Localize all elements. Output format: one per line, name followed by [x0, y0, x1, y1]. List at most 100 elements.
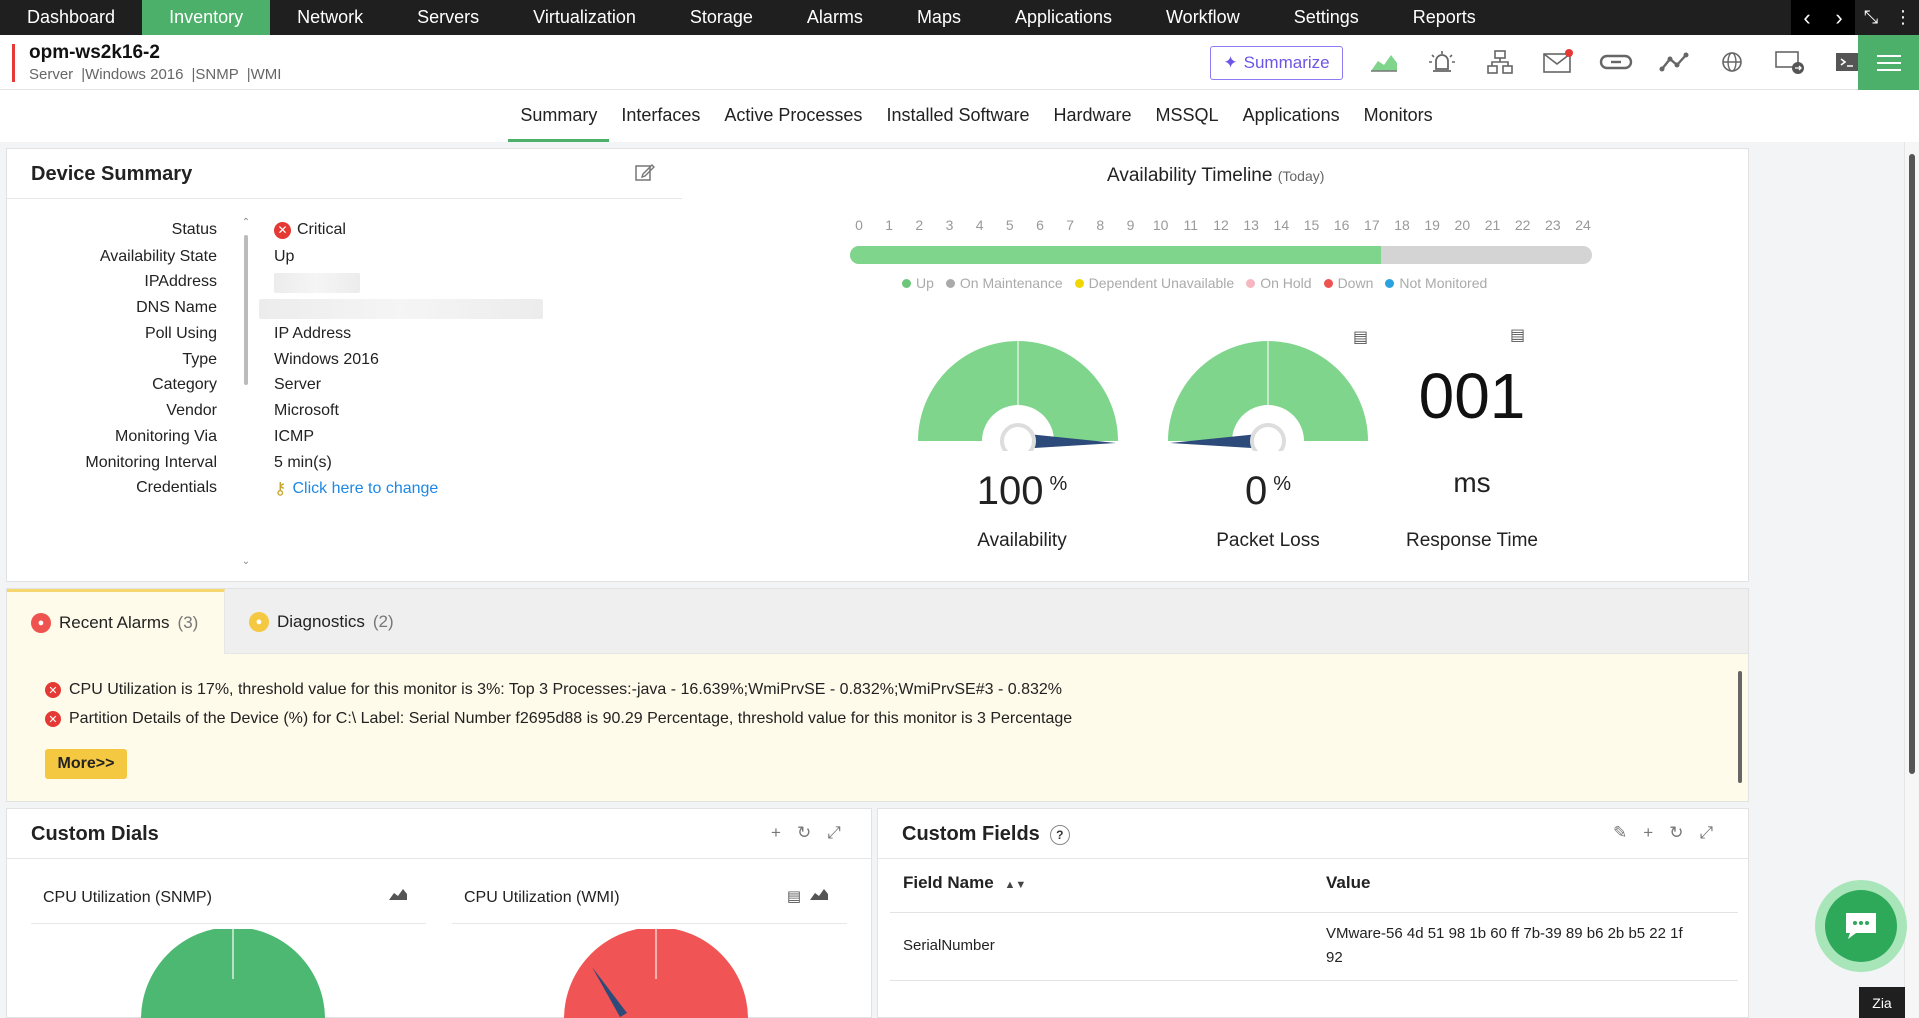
nav-reports[interactable]: Reports: [1386, 0, 1503, 35]
alarm-message-text: Partition Details of the Device (%) for …: [69, 710, 1073, 727]
hour-tick-label: 24: [1575, 217, 1591, 233]
help-icon[interactable]: ?: [1049, 824, 1070, 845]
scroll-up-icon[interactable]: ⌃: [239, 217, 253, 228]
nav-virtualization[interactable]: Virtualization: [506, 0, 663, 35]
globe-icon[interactable]: [1703, 45, 1761, 79]
scrollbar-thumb[interactable]: [1738, 671, 1742, 783]
nav-network[interactable]: Network: [270, 0, 390, 35]
more-alarms-button[interactable]: More>>: [45, 749, 127, 779]
detail-key: Poll Using: [144, 325, 217, 342]
add-icon[interactable]: +: [771, 823, 781, 843]
device-meta-wmi: |WMI: [246, 66, 282, 83]
diagnostics-count: (2): [372, 611, 394, 631]
topology-icon[interactable]: [1471, 45, 1529, 79]
alarm-message-text: CPU Utilization is 17%, threshold value …: [69, 681, 1062, 698]
hour-tick-label: 11: [1183, 217, 1199, 233]
scrollbar-thumb[interactable]: [244, 235, 248, 385]
hamburger-menu-icon[interactable]: [1858, 35, 1919, 90]
expand-icon[interactable]: ⤢: [827, 823, 841, 843]
chevron-left-icon[interactable]: ‹: [1791, 0, 1823, 35]
summarize-button[interactable]: ✦ Summarize: [1210, 46, 1343, 80]
detail-value: Microsoft: [274, 402, 339, 419]
report-icon[interactable]: ▤: [1510, 325, 1525, 345]
column-header-value: Value: [1326, 873, 1371, 892]
area-chart-icon[interactable]: [1355, 45, 1413, 79]
expand-icon[interactable]: ⤢: [1699, 823, 1713, 843]
chat-button[interactable]: [1815, 880, 1907, 972]
collapse-icon[interactable]: ⤡: [1855, 0, 1887, 35]
tab-hardware[interactable]: Hardware: [1042, 90, 1144, 140]
area-chart-icon[interactable]: [809, 887, 829, 901]
tab-diagnostics[interactable]: ● Diagnostics (2): [225, 589, 421, 654]
tab-mssql[interactable]: MSSQL: [1144, 90, 1231, 140]
tab-active-processes[interactable]: Active Processes: [712, 90, 874, 140]
detail-value: Server: [274, 376, 322, 393]
chevron-right-icon[interactable]: ›: [1823, 0, 1855, 35]
hour-tick-label: 3: [945, 217, 954, 233]
remote-desktop-icon[interactable]: [1761, 45, 1819, 79]
chat-icon: [1825, 890, 1897, 962]
alarm-icon: ●: [31, 613, 51, 633]
hour-tick-label: 22: [1514, 217, 1531, 233]
nav-maps[interactable]: Maps: [890, 0, 988, 35]
trend-icon[interactable]: [1645, 45, 1703, 79]
refresh-icon[interactable]: ↻: [797, 823, 811, 843]
detail-key: Availability State: [99, 248, 217, 265]
detail-row-availability: Availability State Up: [7, 248, 567, 274]
nav-inventory[interactable]: Inventory: [142, 0, 271, 35]
nav-storage[interactable]: Storage: [663, 0, 780, 35]
edit-icon[interactable]: ✎: [1613, 823, 1627, 843]
custom-dials-header: Custom Dials + ↻ ⤢: [7, 809, 871, 859]
availability-timeline-bar: [850, 246, 1592, 264]
add-icon[interactable]: +: [1643, 823, 1653, 843]
column-header-field-name[interactable]: Field Name ▲▼: [903, 873, 1026, 893]
detail-key: Category: [152, 376, 217, 393]
nav-dashboard[interactable]: Dashboard: [0, 0, 142, 35]
report-icon[interactable]: ▤: [787, 887, 801, 905]
packet-loss-value: 0%: [1193, 469, 1343, 514]
nav-settings[interactable]: Settings: [1267, 0, 1386, 35]
legend-label: On Hold: [1260, 275, 1312, 291]
details-scrollbar[interactable]: ⌃ ⌄: [239, 217, 253, 567]
alarm-bell-icon[interactable]: [1413, 45, 1471, 79]
nav-alarms[interactable]: Alarms: [780, 0, 890, 35]
scroll-down-icon[interactable]: ⌄: [239, 556, 253, 567]
device-summary-title: Device Summary: [31, 163, 193, 185]
response-time-label: Response Time: [1405, 530, 1538, 551]
area-chart-icon[interactable]: [388, 887, 408, 905]
edit-icon[interactable]: [635, 163, 655, 186]
availability-title-text: Availability Timeline: [1107, 165, 1273, 186]
refresh-icon[interactable]: ↻: [1669, 823, 1683, 843]
nav-servers[interactable]: Servers: [390, 0, 506, 35]
mail-icon[interactable]: [1529, 45, 1587, 79]
tab-summary[interactable]: Summary: [508, 90, 610, 142]
change-credentials-link[interactable]: Click here to change: [292, 480, 438, 498]
detail-row-credentials: Credentials ⚷ Click here to change: [7, 479, 567, 505]
device-meta-os: |Windows 2016: [81, 66, 184, 83]
tab-applications[interactable]: Applications: [1231, 90, 1352, 140]
packet-loss-unit: %: [1273, 473, 1292, 495]
link-icon[interactable]: [1587, 45, 1645, 79]
detail-key: Vendor: [166, 402, 217, 419]
tab-installed-software[interactable]: Installed Software: [874, 90, 1041, 140]
tab-monitors[interactable]: Monitors: [1352, 90, 1445, 140]
alarms-scrollbar[interactable]: [1735, 657, 1745, 797]
zia-assistant-icon[interactable]: Zia: [1859, 987, 1905, 1018]
dial-gauge-snmp: [141, 929, 325, 1018]
recent-alarms-count: (3): [177, 613, 199, 632]
tab-recent-alarms[interactable]: ● Recent Alarms (3): [7, 589, 225, 654]
custom-dials-panel: Custom Dials + ↻ ⤢ CPU Utilization (SNMP…: [6, 808, 872, 1018]
nav-applications[interactable]: Applications: [988, 0, 1139, 35]
more-vertical-icon[interactable]: ⋮: [1887, 0, 1919, 35]
page-scrollbar[interactable]: [1904, 142, 1919, 1018]
detail-row-poll-using: Poll Using IP Address: [7, 325, 567, 351]
sort-icon[interactable]: ▲▼: [1004, 879, 1026, 891]
legend-label: Down: [1337, 275, 1374, 291]
diagnostics-icon: ●: [249, 611, 269, 632]
detail-value: Critical: [297, 221, 346, 238]
device-meta: Server |Windows 2016 |SNMP |WMI: [29, 66, 289, 83]
nav-workflow[interactable]: Workflow: [1139, 0, 1267, 35]
scrollbar-thumb[interactable]: [1909, 154, 1915, 774]
tab-interfaces[interactable]: Interfaces: [609, 90, 712, 140]
detail-key: Credentials: [136, 479, 217, 496]
